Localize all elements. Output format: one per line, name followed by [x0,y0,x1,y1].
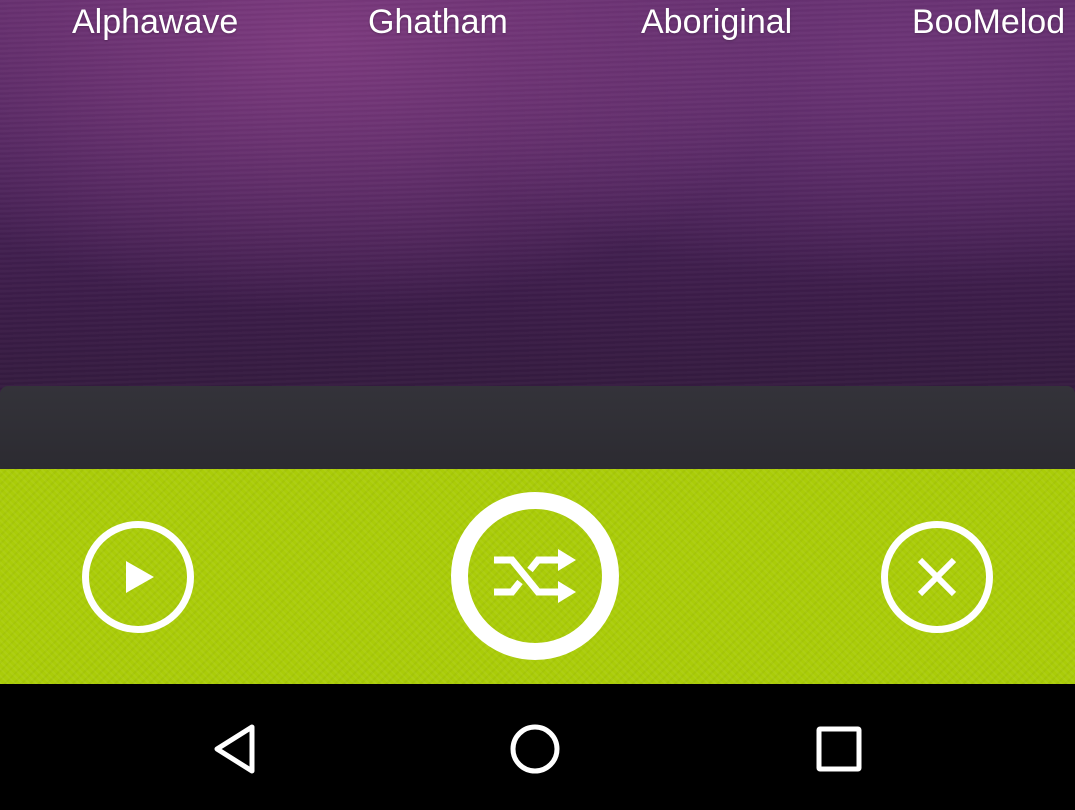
tab-aboriginal[interactable]: Aboriginal [641,2,792,42]
play-icon [126,561,154,593]
home-circle-icon [510,724,560,774]
back-triangle-icon [214,724,255,774]
system-navigation-bar [0,684,1075,810]
nav-recent-apps-button[interactable] [804,714,874,784]
control-bar [0,469,1075,684]
close-icon [917,557,957,597]
close-button[interactable] [881,521,993,633]
tab-ghatham[interactable]: Ghatham [368,2,508,42]
nav-back-button[interactable] [199,714,269,784]
dark-panel [0,386,1075,476]
tab-boomelody[interactable]: BooMelod [912,2,1065,42]
app-screen: Alphawave Ghatham Aboriginal BooMelod [0,0,1075,810]
shuffle-button[interactable] [451,492,619,660]
recent-apps-square-icon [816,726,862,772]
play-button[interactable] [82,521,194,633]
shuffle-icon [494,549,576,603]
sound-tabs: Alphawave Ghatham Aboriginal BooMelod [0,0,1075,44]
nav-home-button[interactable] [500,714,570,784]
tab-alphawave[interactable]: Alphawave [72,2,238,42]
